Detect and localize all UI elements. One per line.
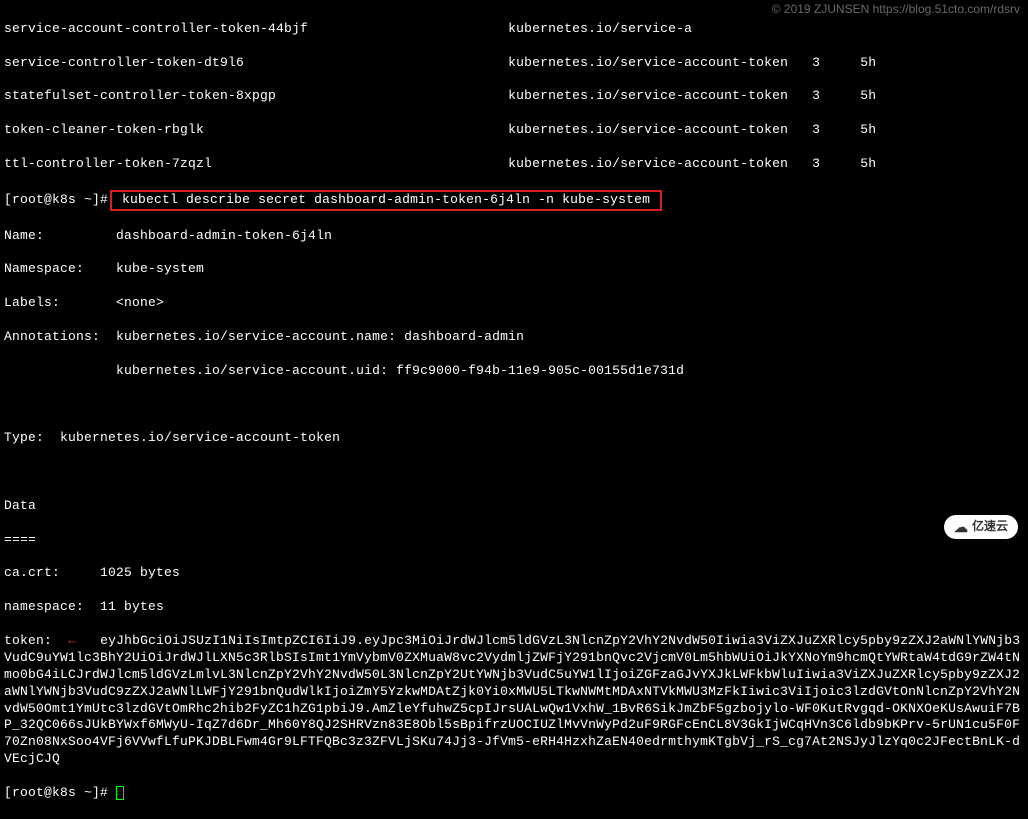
describe-annotations-uid: kubernetes.io/service-account.uid: ff9c9… <box>4 363 1024 380</box>
token-value: eyJhbGciOiJSUzI1NiIsImtpZCI6IiJ9.eyJpc3M… <box>4 633 1020 766</box>
secret-row: service-controller-token-dt9l6 kubernete… <box>4 55 1024 72</box>
describe-annotations: Annotations: kubernetes.io/service-accou… <box>4 329 1024 346</box>
describe-labels: Labels: <none> <box>4 295 1024 312</box>
describe-name: Name: dashboard-admin-token-6j4ln <box>4 228 1024 245</box>
prompt-line: [root@k8s ~]# kubectl describe secret da… <box>4 190 1024 211</box>
final-prompt[interactable]: [root@k8s ~]# <box>4 785 1024 802</box>
arrow-icon: ← <box>68 633 76 648</box>
secret-row: statefulset-controller-token-8xpgp kuber… <box>4 88 1024 105</box>
secret-row: ttl-controller-token-7zqzl kubernetes.io… <box>4 156 1024 173</box>
data-header: Data <box>4 498 1024 515</box>
provider-badge: ☁ 亿速云 <box>944 515 1018 539</box>
highlighted-command: kubectl describe secret dashboard-admin-… <box>110 190 662 211</box>
terminal-output: service-account-controller-token-44bjf k… <box>4 4 1024 819</box>
watermark-text: © 2019 ZJUNSEN https://blog.51cto.com/rd… <box>772 2 1020 18</box>
cursor <box>116 786 124 800</box>
secret-row: token-cleaner-token-rbglk kubernetes.io/… <box>4 122 1024 139</box>
data-ca-crt: ca.crt: 1025 bytes <box>4 565 1024 582</box>
data-separator: ==== <box>4 532 1024 549</box>
secret-row: service-account-controller-token-44bjf k… <box>4 21 1024 38</box>
shell-prompt: [root@k8s ~]# <box>4 192 108 207</box>
describe-type: Type: kubernetes.io/service-account-toke… <box>4 430 1024 447</box>
describe-namespace: Namespace: kube-system <box>4 261 1024 278</box>
badge-text: 亿速云 <box>972 519 1008 535</box>
data-token: token: ← eyJhbGciOiJSUzI1NiIsImtpZCI6IiJ… <box>4 633 1024 768</box>
cloud-icon: ☁ <box>954 518 968 536</box>
data-namespace: namespace: 11 bytes <box>4 599 1024 616</box>
